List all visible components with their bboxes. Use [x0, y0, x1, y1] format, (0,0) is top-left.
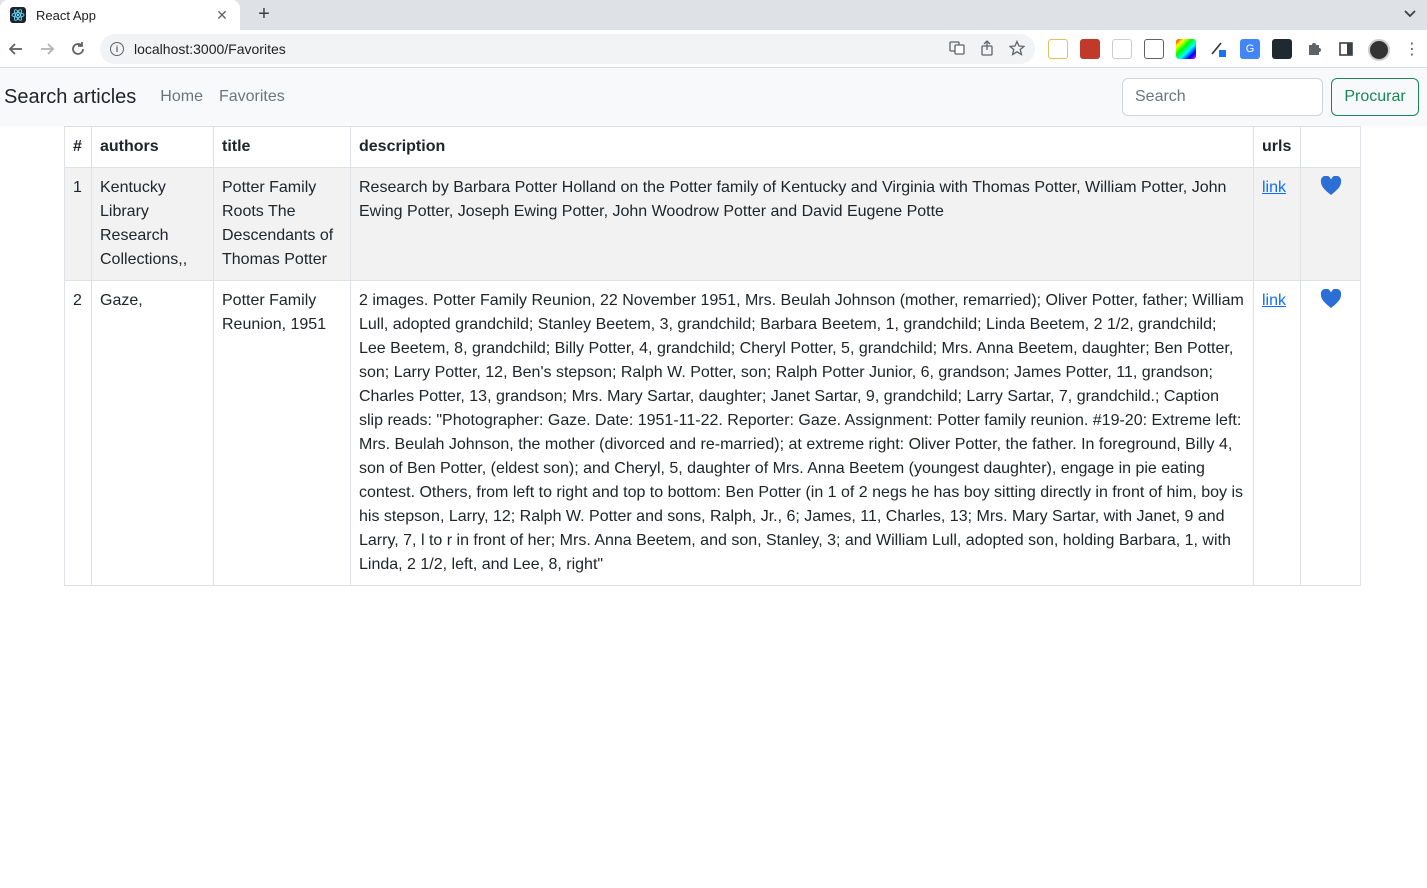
- row-url-cell: link: [1253, 167, 1301, 281]
- row-url-link[interactable]: link: [1262, 292, 1286, 309]
- row-authors: Gaze,: [91, 280, 214, 586]
- column-header-title: title: [213, 126, 351, 168]
- favorites-table: # authors title description urls 1 Kentu…: [64, 126, 1361, 586]
- kebab-menu-icon[interactable]: ⋮: [1402, 39, 1422, 59]
- row-favorite-cell: [1300, 280, 1361, 586]
- reload-icon[interactable]: [63, 34, 93, 64]
- forward-icon[interactable]: [32, 34, 62, 64]
- extension-notes-icon[interactable]: [1048, 39, 1068, 59]
- extension-pen-icon[interactable]: [1208, 39, 1228, 59]
- browser-toolbar: i localhost:3000/Favorites G ⋮: [0, 30, 1427, 68]
- table-row: 2 Gaze, Potter Family Reunion, 1951 2 im…: [64, 280, 1361, 586]
- address-bar[interactable]: i localhost:3000/Favorites: [100, 34, 1035, 64]
- extension-red-icon[interactable]: [1080, 39, 1100, 59]
- sidepanel-icon[interactable]: [1336, 39, 1356, 59]
- translate-icon[interactable]: [949, 40, 965, 59]
- react-icon: [10, 7, 26, 23]
- bookmark-star-icon[interactable]: [1008, 39, 1026, 59]
- search-input[interactable]: [1122, 78, 1323, 116]
- column-header-description: description: [350, 126, 1254, 168]
- nav-link-home[interactable]: Home: [160, 88, 203, 106]
- row-description: Research by Barbara Potter Holland on th…: [350, 167, 1254, 281]
- row-url-link[interactable]: link: [1262, 179, 1286, 196]
- nav-link-favorites[interactable]: Favorites: [219, 88, 285, 106]
- url-text: localhost:3000/Favorites: [134, 41, 286, 57]
- extension-timer-icon[interactable]: [1112, 39, 1132, 59]
- row-authors: Kentucky Library Research Collections,,: [91, 167, 214, 281]
- table-header-row: # authors title description urls: [64, 126, 1361, 168]
- search-form: Procurar: [1122, 78, 1419, 116]
- browser-tab[interactable]: React App ✕: [0, 0, 240, 30]
- row-url-cell: link: [1253, 280, 1301, 586]
- app-navbar: Search articles Home Favorites Procurar: [0, 68, 1427, 126]
- row-number: 1: [64, 167, 92, 281]
- heart-icon[interactable]: [1320, 175, 1342, 204]
- favorites-content: # authors title description urls 1 Kentu…: [64, 126, 1361, 586]
- extension-translate-icon[interactable]: G: [1240, 39, 1260, 59]
- table-row: 1 Kentucky Library Research Collections,…: [64, 167, 1361, 281]
- extensions-puzzle-icon[interactable]: [1304, 39, 1324, 59]
- chevron-down-icon[interactable]: [1403, 6, 1417, 23]
- column-header-number: #: [64, 126, 92, 168]
- close-icon[interactable]: ✕: [214, 7, 230, 24]
- row-description: 2 images. Potter Family Reunion, 22 Nove…: [350, 280, 1254, 586]
- row-favorite-cell: [1300, 167, 1361, 281]
- info-icon[interactable]: i: [110, 42, 124, 56]
- extension-capture-icon[interactable]: [1144, 39, 1164, 59]
- browser-tabstrip: React App ✕ +: [0, 0, 1427, 30]
- tab-title: React App: [36, 7, 96, 23]
- profile-avatar[interactable]: [1368, 39, 1390, 61]
- row-number: 2: [64, 280, 92, 586]
- back-icon[interactable]: [1, 34, 31, 64]
- column-header-urls: urls: [1253, 126, 1301, 168]
- extension-color-icon[interactable]: [1176, 39, 1196, 59]
- column-header-authors: authors: [91, 126, 214, 168]
- extension-terminal-icon[interactable]: [1272, 39, 1292, 59]
- heart-icon[interactable]: [1320, 288, 1342, 317]
- row-title: Potter Family Roots The Descendants of T…: [213, 167, 351, 281]
- column-header-favorite: [1300, 126, 1361, 168]
- row-title: Potter Family Reunion, 1951: [213, 280, 351, 586]
- new-tab-icon[interactable]: +: [252, 3, 276, 27]
- share-icon[interactable]: [979, 39, 995, 59]
- navbar-brand[interactable]: Search articles: [4, 86, 136, 109]
- search-button[interactable]: Procurar: [1331, 78, 1419, 116]
